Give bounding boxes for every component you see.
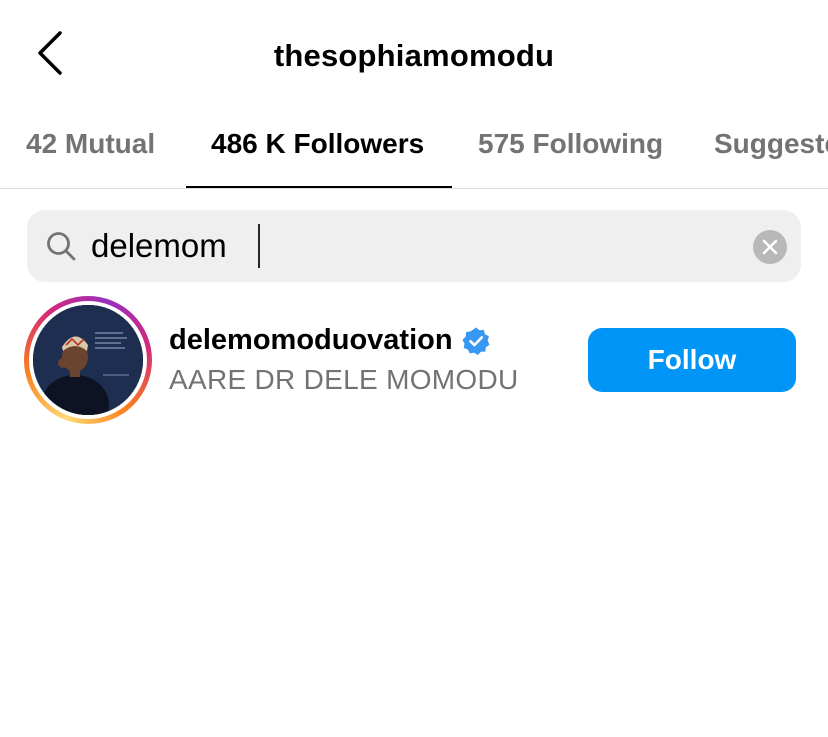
active-tab-indicator bbox=[186, 186, 452, 188]
tab-bar: 42 Mutual 486 K Followers 575 Following … bbox=[0, 110, 828, 189]
tab-following[interactable]: 575 Following bbox=[478, 128, 663, 160]
username[interactable]: delemomoduovation bbox=[169, 324, 453, 357]
list-item[interactable]: delemomoduovation AARE DR DELE MOMODU Fo… bbox=[0, 292, 828, 428]
story-ring[interactable] bbox=[24, 296, 152, 424]
tab-followers[interactable]: 486 K Followers bbox=[211, 128, 424, 160]
verified-badge-icon bbox=[462, 327, 490, 355]
full-name: AARE DR DELE MOMODU bbox=[169, 364, 519, 395]
clear-search-button[interactable] bbox=[753, 230, 787, 264]
avatar-image bbox=[33, 305, 143, 415]
text-cursor bbox=[258, 224, 260, 268]
tab-suggested[interactable]: Suggested bbox=[714, 128, 828, 160]
search-bar[interactable] bbox=[27, 210, 801, 282]
page-title: thesophiamomodu bbox=[273, 38, 555, 73]
header: thesophiamomodu bbox=[0, 0, 828, 110]
search-input[interactable] bbox=[91, 224, 731, 268]
follow-button[interactable]: Follow bbox=[588, 328, 796, 392]
search-icon bbox=[47, 232, 76, 261]
clear-icon bbox=[762, 239, 778, 255]
avatar bbox=[33, 305, 143, 415]
tab-mutual[interactable]: 42 Mutual bbox=[26, 128, 155, 160]
